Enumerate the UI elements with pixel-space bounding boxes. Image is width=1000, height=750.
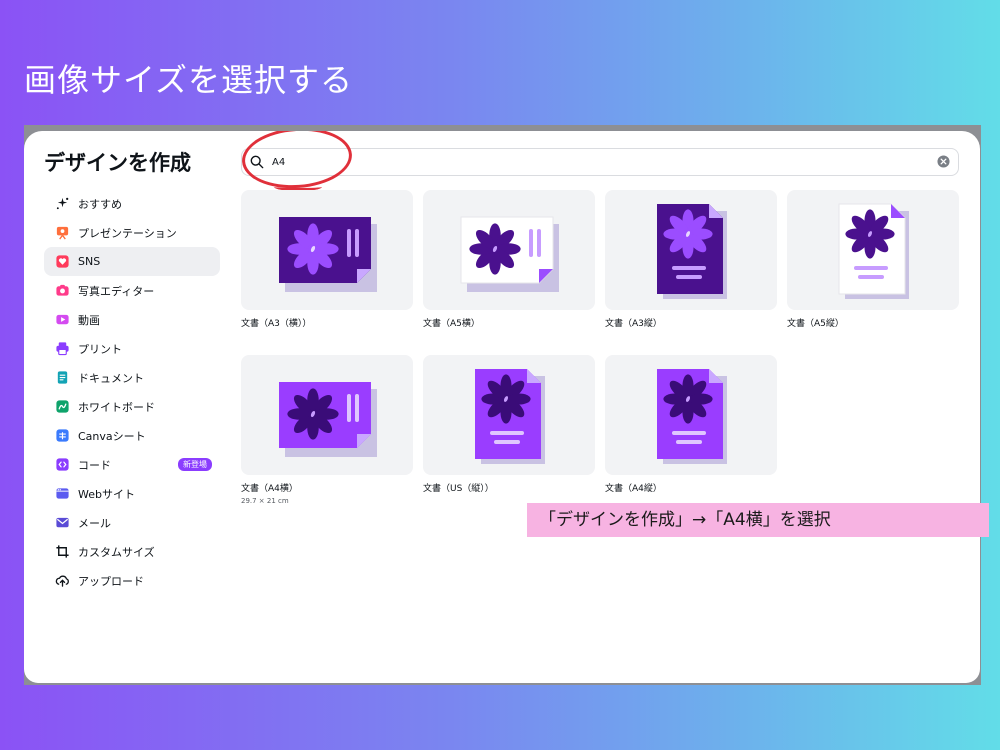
sidebar-item-label: 写真エディター xyxy=(78,284,155,298)
instruction-note: 「デザインを作成」→「A4横」を選択 xyxy=(527,503,989,537)
sidebar: おすすめプレゼンテーション SNS 写真エディター 動画プリントドキュメント ホワイトボ… xyxy=(44,189,220,595)
sidebar-item-label: コード xyxy=(78,458,111,472)
search-input[interactable] xyxy=(270,155,914,169)
template-label: 文書（US（縦）） xyxy=(423,484,494,494)
create-design-panel: デザインを作成 おすすめプレゼンテーション SNS 写真エディター 動画プリントドキュ… xyxy=(24,131,980,683)
template-card[interactable]: 文書（A3（横）） xyxy=(241,190,413,329)
custom-size-icon xyxy=(54,544,70,560)
template-thumbnail[interactable] xyxy=(787,190,959,310)
sidebar-item-label: おすすめ xyxy=(78,197,122,211)
clear-search-icon[interactable] xyxy=(937,155,950,168)
sidebar-item-label: メール xyxy=(78,516,111,530)
template-card[interactable]: 文書（A5縦） xyxy=(787,190,959,329)
video-icon xyxy=(54,312,70,328)
sidebar-item-upload[interactable]: アップロード xyxy=(44,566,220,595)
sidebar-item-code[interactable]: コード 新登場 xyxy=(44,450,220,479)
sidebar-item-label: Canvaシート xyxy=(78,429,146,443)
sidebar-item-label: SNS xyxy=(78,255,101,268)
document-icon xyxy=(54,370,70,386)
sidebar-item-label: 動画 xyxy=(78,313,100,327)
template-label: 文書（A4横） xyxy=(241,484,298,494)
panel-title: デザインを作成 xyxy=(44,151,191,175)
camera-icon xyxy=(54,283,70,299)
sidebar-item-camera[interactable]: 写真エディター xyxy=(44,276,220,305)
search-bar[interactable] xyxy=(241,148,959,176)
sidebar-item-label: Webサイト xyxy=(78,487,135,501)
heart-icon xyxy=(54,254,70,270)
slide-title: 画像サイズを選択する xyxy=(24,61,354,99)
sidebar-item-mail[interactable]: メール xyxy=(44,508,220,537)
mail-icon xyxy=(54,515,70,531)
sparkle-icon xyxy=(54,196,70,212)
sidebar-item-label: ドキュメント xyxy=(78,371,144,385)
sheet-icon xyxy=(54,428,70,444)
presentation-icon xyxy=(54,225,70,241)
template-card[interactable]: 文書（A4縦） xyxy=(605,355,777,494)
template-thumbnail[interactable] xyxy=(423,355,595,475)
search-icon xyxy=(250,155,264,169)
sidebar-item-label: ホワイトボード xyxy=(78,400,155,414)
sidebar-item-printer[interactable]: プリント xyxy=(44,334,220,363)
template-card[interactable]: 文書（US（縦）） xyxy=(423,355,595,494)
sidebar-item-custom-size[interactable]: カスタムサイズ xyxy=(44,537,220,566)
sidebar-item-website[interactable]: Webサイト xyxy=(44,479,220,508)
sidebar-item-label: カスタムサイズ xyxy=(78,545,155,559)
template-thumbnail[interactable] xyxy=(241,190,413,310)
sidebar-item-label: プリント xyxy=(78,342,122,356)
sidebar-item-document[interactable]: ドキュメント xyxy=(44,363,220,392)
sidebar-item-heart[interactable]: SNS xyxy=(44,247,220,276)
website-icon xyxy=(54,486,70,502)
sidebar-item-sparkle[interactable]: おすすめ xyxy=(44,189,220,218)
template-label: 文書（A3（横）） xyxy=(241,319,312,329)
sidebar-item-sheet[interactable]: Canvaシート xyxy=(44,421,220,450)
new-badge: 新登場 xyxy=(178,458,212,471)
upload-icon xyxy=(54,573,70,589)
printer-icon xyxy=(54,341,70,357)
template-label: 文書（A5横） xyxy=(423,319,480,329)
sidebar-item-label: プレゼンテーション xyxy=(78,226,177,240)
template-card[interactable]: 文書（A4横） 29.7 × 21 cm xyxy=(241,355,413,505)
template-thumbnail[interactable] xyxy=(605,355,777,475)
sidebar-item-label: アップロード xyxy=(78,574,144,588)
template-size: 29.7 × 21 cm xyxy=(241,497,289,505)
template-thumbnail[interactable] xyxy=(605,190,777,310)
sidebar-item-video[interactable]: 動画 xyxy=(44,305,220,334)
whiteboard-icon xyxy=(54,399,70,415)
template-card[interactable]: 文書（A5横） xyxy=(423,190,595,329)
template-label: 文書（A5縦） xyxy=(787,319,844,329)
template-card[interactable]: 文書（A3縦） xyxy=(605,190,777,329)
sidebar-item-presentation[interactable]: プレゼンテーション xyxy=(44,218,220,247)
template-thumbnail[interactable] xyxy=(241,355,413,475)
template-thumbnail[interactable] xyxy=(423,190,595,310)
template-label: 文書（A3縦） xyxy=(605,319,662,329)
code-icon xyxy=(54,457,70,473)
sidebar-item-whiteboard[interactable]: ホワイトボード xyxy=(44,392,220,421)
template-label: 文書（A4縦） xyxy=(605,484,662,494)
